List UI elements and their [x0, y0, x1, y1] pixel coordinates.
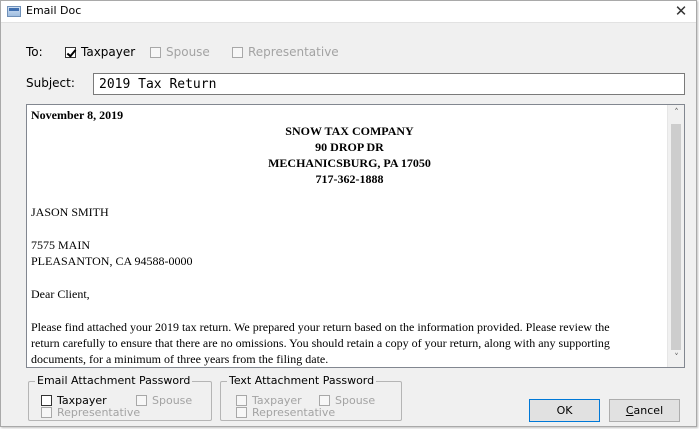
company-name: SNOW TAX COMPANY [285, 124, 414, 138]
document-preview[interactable]: November 8, 2019 SNOW TAX COMPANY 90 DRO… [26, 104, 685, 368]
checkbox-box[interactable] [41, 395, 52, 406]
checkbox-box[interactable] [65, 46, 76, 58]
vertical-scrollbar[interactable]: ˄ ˅ [667, 105, 684, 367]
window-icon [7, 6, 21, 17]
email-password-spouse-checkbox[interactable]: Spouse [136, 394, 192, 407]
checkbox-label: Representative [252, 406, 336, 419]
text-attachment-password-group: Text Attachment Password Taxpayer Spouse… [220, 374, 402, 421]
checkbox-label: Spouse [152, 394, 193, 407]
to-taxpayer-checkbox[interactable]: Taxpayer [65, 45, 135, 59]
salutation: Dear Client, [31, 287, 90, 301]
to-label: To: [26, 45, 43, 59]
checkbox-box[interactable] [232, 46, 243, 58]
company-address-line1: 90 DROP DR [315, 140, 384, 154]
checkbox-box[interactable] [150, 46, 161, 58]
group-legend: Text Attachment Password [227, 374, 377, 387]
scroll-up-icon[interactable]: ˄ [668, 105, 684, 122]
checkbox-box[interactable] [319, 395, 330, 406]
client-address-line1: 7575 MAIN [31, 238, 90, 252]
email-password-representative-checkbox[interactable]: Representative [41, 406, 140, 419]
ok-button[interactable]: OK [529, 399, 600, 422]
cancel-mnemonic: C [625, 404, 634, 417]
checkbox-box[interactable] [136, 395, 147, 406]
checkbox-box[interactable] [236, 407, 247, 418]
checkbox-box[interactable] [41, 407, 52, 418]
checkbox-label: Representative [57, 406, 141, 419]
checkbox-label: Spouse [166, 45, 210, 59]
group-legend: Email Attachment Password [35, 374, 193, 387]
cancel-button[interactable]: Cancel [609, 399, 680, 422]
subject-label: Subject: [26, 76, 75, 90]
body-line-2: return carefully to ensure that there ar… [31, 336, 610, 350]
letter-date: November 8, 2019 [31, 108, 124, 122]
to-spouse-checkbox[interactable]: Spouse [150, 45, 210, 59]
client-address-line2: PLEASANTON, CA 94588-0000 [31, 254, 193, 268]
body-line-3: documents, for a minimum of three years … [31, 352, 329, 366]
to-representative-checkbox[interactable]: Representative [232, 45, 339, 59]
window-title: Email Doc [26, 4, 82, 17]
text-password-representative-checkbox[interactable]: Representative [236, 406, 335, 419]
company-address-line2: MECHANICSBURG, PA 17050 [268, 156, 431, 170]
email-attachment-password-group: Email Attachment Password Taxpayer Spous… [28, 374, 212, 421]
scroll-thumb[interactable] [671, 124, 681, 350]
client-name: JASON SMITH [31, 205, 109, 219]
cancel-label-rest: ancel [633, 404, 664, 417]
company-phone: 717-362-1888 [315, 172, 384, 186]
close-button[interactable]: ✕ [666, 1, 696, 23]
checkbox-label: Spouse [335, 394, 376, 407]
checkbox-label: Taxpayer [81, 45, 136, 59]
body-line-1: Please find attached your 2019 tax retur… [31, 320, 610, 334]
checkbox-label: Representative [248, 45, 339, 59]
checkbox-box[interactable] [236, 395, 247, 406]
document-content: November 8, 2019 SNOW TAX COMPANY 90 DRO… [31, 107, 668, 367]
scroll-down-icon[interactable]: ˅ [668, 350, 684, 367]
email-doc-dialog: Email Doc ✕ To: Taxpayer Spouse Represen… [0, 0, 697, 427]
title-bar: Email Doc ✕ [1, 1, 696, 23]
subject-input[interactable]: 2019 Tax Return [93, 73, 685, 95]
